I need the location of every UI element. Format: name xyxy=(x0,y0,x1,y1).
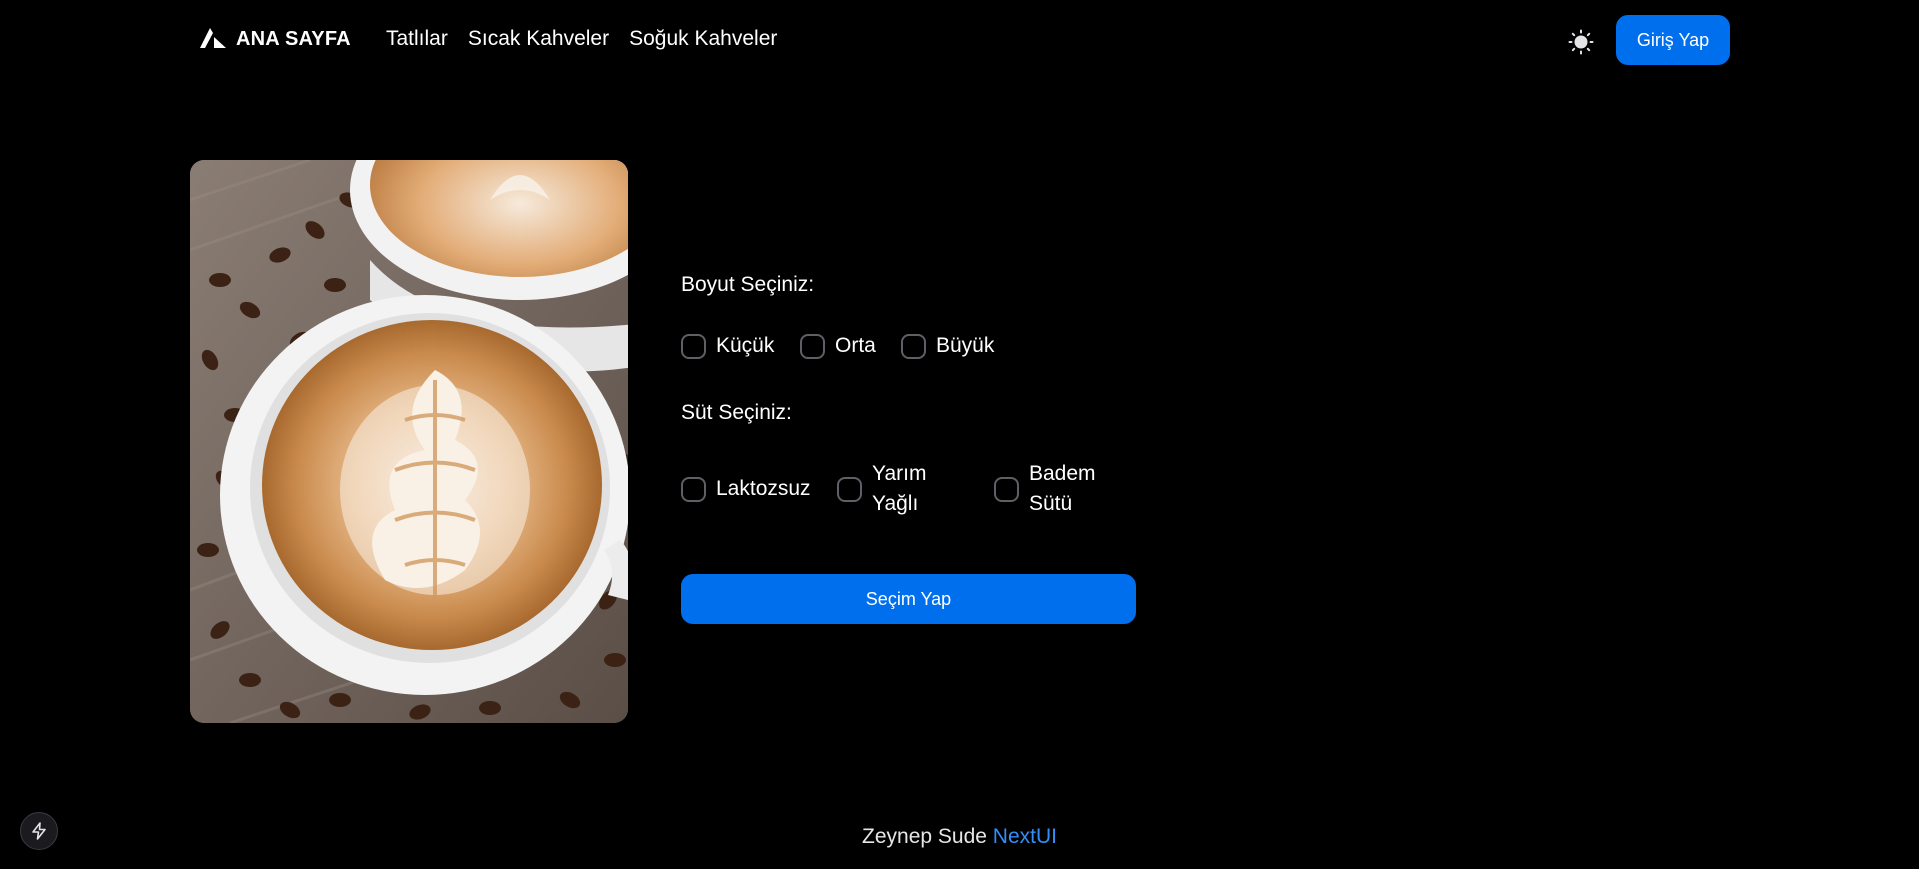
submit-selection-button[interactable]: Seçim Yap xyxy=(681,574,1136,624)
login-button[interactable]: Giriş Yap xyxy=(1616,15,1730,65)
milk-group-label: Süt Seçiniz: xyxy=(681,401,792,424)
milk-yarim-yagli-checkbox[interactable] xyxy=(837,476,862,502)
size-orta-label: Orta xyxy=(835,334,876,357)
size-orta-checkbox[interactable] xyxy=(800,333,825,359)
nav-link-soguk-kahveler[interactable]: Soğuk Kahveler xyxy=(629,27,777,51)
coffee-image xyxy=(190,160,628,723)
size-kucuk-checkbox[interactable] xyxy=(681,333,706,359)
bolt-button[interactable] xyxy=(20,812,58,850)
size-option-buyuk[interactable]: Büyük xyxy=(901,331,994,361)
size-buyuk-checkbox[interactable] xyxy=(901,333,926,359)
size-group-label: Boyut Seçiniz: xyxy=(681,273,815,296)
milk-laktozsuz-label: Laktozsuz xyxy=(716,477,811,500)
brand-title: ANA SAYFA xyxy=(236,27,351,50)
size-option-kucuk[interactable]: Küçük xyxy=(681,331,774,361)
milk-option-laktozsuz[interactable]: Laktozsuz xyxy=(681,474,811,504)
milk-option-badem-sutu[interactable]: Badem Sütü xyxy=(994,459,1109,519)
footer-nextui-link[interactable]: NextUI xyxy=(993,825,1057,848)
footer-author: Zeynep Sude xyxy=(862,825,987,848)
milk-badem-sutu-label: Badem Sütü xyxy=(1029,462,1096,515)
brand-logo-icon xyxy=(200,28,226,48)
main-nav: Tatlılar Sıcak Kahveler Soğuk Kahveler xyxy=(386,27,777,51)
size-option-orta[interactable]: Orta xyxy=(800,331,876,361)
size-buyuk-label: Büyük xyxy=(936,334,995,357)
milk-yarim-yagli-label: Yarım Yağlı xyxy=(872,462,927,515)
coffee-latte-art-photo xyxy=(190,160,628,723)
footer: Zeynep Sude NextUI xyxy=(0,825,1919,849)
brand-home-link[interactable]: ANA SAYFA xyxy=(200,26,351,52)
bolt-icon xyxy=(32,822,46,840)
milk-laktozsuz-checkbox[interactable] xyxy=(681,476,706,502)
milk-option-yarim-yagli[interactable]: Yarım Yağlı xyxy=(837,459,942,519)
milk-badem-sutu-checkbox[interactable] xyxy=(994,476,1019,502)
nav-link-tatlilar[interactable]: Tatlılar xyxy=(386,27,448,51)
theme-toggle-button[interactable] xyxy=(1566,27,1596,57)
navbar: ANA SAYFA Tatlılar Sıcak Kahveler Soğuk … xyxy=(0,0,1919,80)
size-kucuk-label: Küçük xyxy=(716,334,775,357)
nav-link-sicak-kahveler[interactable]: Sıcak Kahveler xyxy=(468,27,609,51)
sun-icon xyxy=(1568,29,1594,55)
